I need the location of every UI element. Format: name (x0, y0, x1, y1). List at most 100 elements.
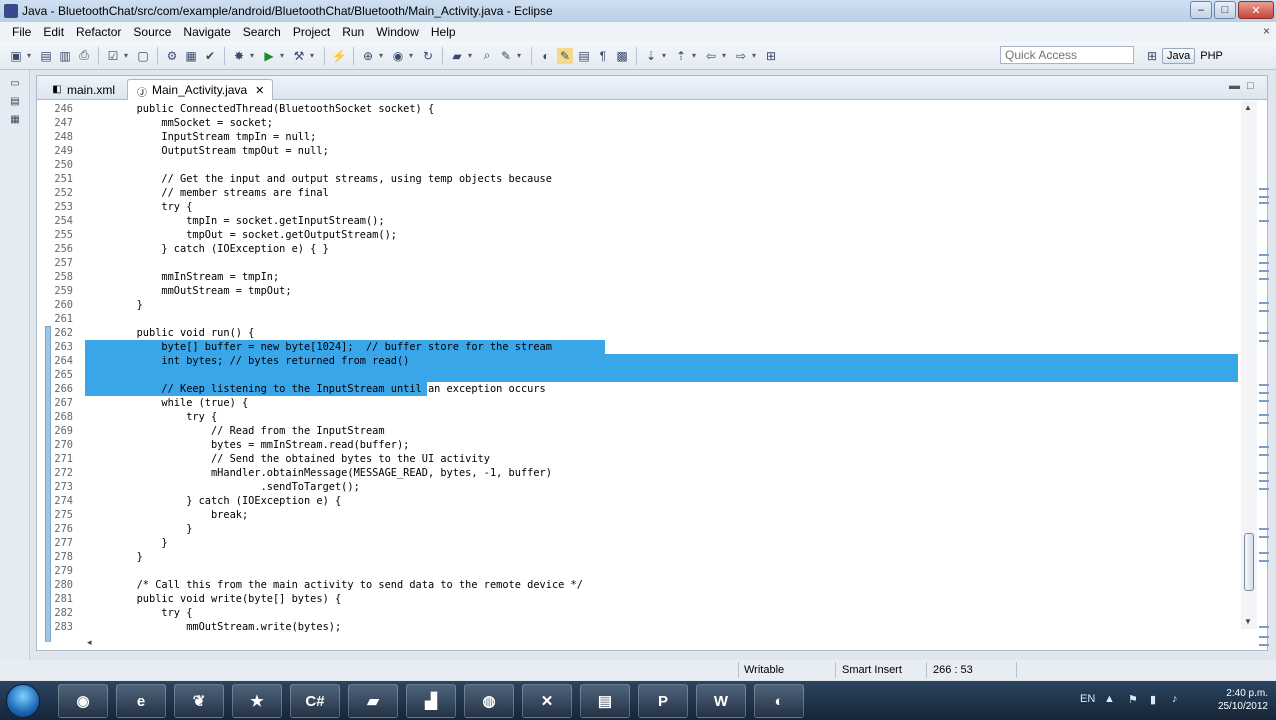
code-line[interactable]: 271 // Send the obtained bytes to the UI… (37, 452, 1242, 466)
menu-source[interactable]: Source (127, 25, 177, 39)
pencil-icon[interactable]: ✎ (498, 48, 514, 64)
scroll-left-icon[interactable]: ◂ (87, 637, 92, 648)
overview-mark[interactable] (1259, 270, 1269, 272)
chrome-icon[interactable]: ◉ (58, 684, 108, 718)
maximize-button[interactable]: □ (1214, 1, 1236, 19)
scroll-down-icon[interactable]: ▼ (1244, 617, 1252, 626)
menu-edit[interactable]: Edit (37, 25, 70, 39)
vertical-scroll-thumb[interactable] (1244, 533, 1254, 591)
maximize-editor-icon[interactable]: □ (1247, 80, 1254, 92)
forward-dropdown-icon[interactable]: ▾ (752, 51, 760, 60)
toggle-block-selection-icon[interactable]: ▤ (576, 48, 592, 64)
code-line[interactable]: 274 } catch (IOException e) { (37, 494, 1242, 508)
overview-mark[interactable] (1259, 488, 1269, 490)
next-annotation-dropdown-icon[interactable]: ▾ (662, 51, 670, 60)
code-line[interactable]: 247 mmSocket = socket; (37, 116, 1242, 130)
menu-window[interactable]: Window (370, 25, 425, 39)
code-line[interactable]: 246 public ConnectedThread(BluetoothSock… (37, 102, 1242, 116)
code-icon[interactable]: C# (290, 684, 340, 718)
code-text[interactable]: // Keep listening to the InputStream unt… (87, 382, 545, 396)
code-text[interactable]: byte[] buffer = new byte[1024]; // buffe… (87, 340, 552, 354)
code-text[interactable]: mmInStream = tmpIn; (87, 270, 279, 284)
avd-manager-icon[interactable]: ▦ (183, 48, 199, 64)
code-line[interactable]: 280 /* Call this from the main activity … (37, 578, 1242, 592)
minimize-button[interactable]: – (1190, 1, 1212, 19)
overview-mark[interactable] (1259, 202, 1269, 204)
overview-mark[interactable] (1259, 454, 1269, 456)
code-text[interactable]: tmpIn = socket.getInputStream(); (87, 214, 384, 228)
open-folder-icon[interactable]: ▰ (449, 48, 465, 64)
code-text[interactable]: // Read from the InputStream (87, 424, 385, 438)
code-text[interactable]: tmpOut = socket.getOutputStream(); (87, 228, 397, 242)
open-folder-dropdown-icon[interactable]: ▾ (468, 51, 476, 60)
outline-view-icon[interactable]: ▦ (8, 114, 22, 128)
code-text[interactable]: /* Call this from the main activity to s… (87, 578, 583, 592)
code-line[interactable]: 272 mHandler.obtainMessage(MESSAGE_READ,… (37, 466, 1242, 480)
overview-mark[interactable] (1259, 422, 1269, 424)
code-line[interactable]: 282 try { (37, 606, 1242, 620)
ie-icon[interactable]: e (116, 684, 166, 718)
code-line[interactable]: 270 bytes = mmInStream.read(buffer); (37, 438, 1242, 452)
perspective-php-button[interactable]: PHP (1197, 50, 1226, 62)
code-text[interactable]: bytes = mmInStream.read(buffer); (87, 438, 409, 452)
code-line[interactable]: 261 (37, 312, 1242, 326)
code-line[interactable]: 251 // Get the input and output streams,… (37, 172, 1242, 186)
vertical-scrollbar[interactable]: ▲ ▼ (1241, 101, 1257, 629)
code-text[interactable]: while (true) { (87, 396, 248, 410)
sync-icon[interactable]: ↻ (420, 48, 436, 64)
overview-mark[interactable] (1259, 392, 1269, 394)
close-button[interactable]: ✕ (1238, 1, 1274, 19)
code-text[interactable]: } (87, 536, 167, 550)
new-java-package-icon[interactable]: ⊕ (360, 48, 376, 64)
network-icon[interactable]: ⚑ (1128, 693, 1138, 706)
scroll-up-icon[interactable]: ▲ (1244, 103, 1252, 112)
code-line[interactable]: 266 // Keep listening to the InputStream… (37, 382, 1242, 396)
overview-mark[interactable] (1259, 278, 1269, 280)
menu-run[interactable]: Run (336, 25, 370, 39)
overview-mark[interactable] (1259, 536, 1269, 538)
close-tab-icon[interactable]: ✕ (255, 84, 264, 97)
prev-annotation-icon[interactable]: ⇡ (673, 48, 689, 64)
print-icon[interactable]: ⎙ (76, 48, 92, 64)
start-button[interactable] (6, 684, 40, 718)
code-text[interactable]: } (87, 522, 192, 536)
tray-arrow-icon[interactable]: ▲ (1104, 693, 1115, 705)
code-text[interactable]: // Get the input and output streams, usi… (87, 172, 552, 186)
clock[interactable]: 2:40 p.m. 25/10/2012 (1218, 687, 1268, 713)
code-line[interactable]: 257 (37, 256, 1242, 270)
new-dropdown-icon[interactable]: ▾ (27, 51, 35, 60)
code-line[interactable]: 279 (37, 564, 1242, 578)
code-line[interactable]: 278 } (37, 550, 1242, 564)
code-text[interactable]: .sendToTarget(); (87, 480, 360, 494)
overview-mark[interactable] (1259, 560, 1269, 562)
overview-mark[interactable] (1259, 188, 1269, 190)
overview-mark[interactable] (1259, 254, 1269, 256)
code-line[interactable]: 253 try { (37, 200, 1242, 214)
window-icon[interactable]: ▢ (135, 48, 151, 64)
overview-mark[interactable] (1259, 310, 1269, 312)
code-line[interactable]: 283 mmOutStream.write(bytes); (37, 620, 1242, 634)
restore-view-icon[interactable]: ▭ (8, 78, 22, 92)
xampp-icon[interactable]: ✕ (522, 684, 572, 718)
next-annotation-icon[interactable]: ⇣ (643, 48, 659, 64)
code-text[interactable]: try { (87, 200, 192, 214)
new-class-icon[interactable]: ◉ (390, 48, 406, 64)
overview-mark[interactable] (1259, 340, 1269, 342)
tab-main-xml[interactable]: ◧ main.xml (43, 79, 123, 100)
folder-icon[interactable]: ▰ (348, 684, 398, 718)
code-line[interactable]: 267 while (true) { (37, 396, 1242, 410)
media-icon[interactable]: ★ (232, 684, 282, 718)
code-text[interactable]: mmSocket = socket; (87, 116, 273, 130)
code-text[interactable]: mmOutStream = tmpOut; (87, 284, 291, 298)
toggle-word-wrap-icon[interactable]: ✎ (557, 47, 573, 64)
menu-search[interactable]: Search (237, 25, 287, 39)
code-line[interactable]: 281 public void write(byte[] bytes) { (37, 592, 1242, 606)
code-line[interactable]: 258 mmInStream = tmpIn; (37, 270, 1242, 284)
menu-project[interactable]: Project (287, 25, 336, 39)
task-dropdown-icon[interactable]: ▾ (124, 51, 132, 60)
overview-mark[interactable] (1259, 446, 1269, 448)
code-text[interactable]: break; (87, 508, 248, 522)
minimize-editor-icon[interactable]: ▬ (1229, 80, 1240, 92)
overview-mark[interactable] (1259, 262, 1269, 264)
menu-refactor[interactable]: Refactor (70, 25, 127, 39)
